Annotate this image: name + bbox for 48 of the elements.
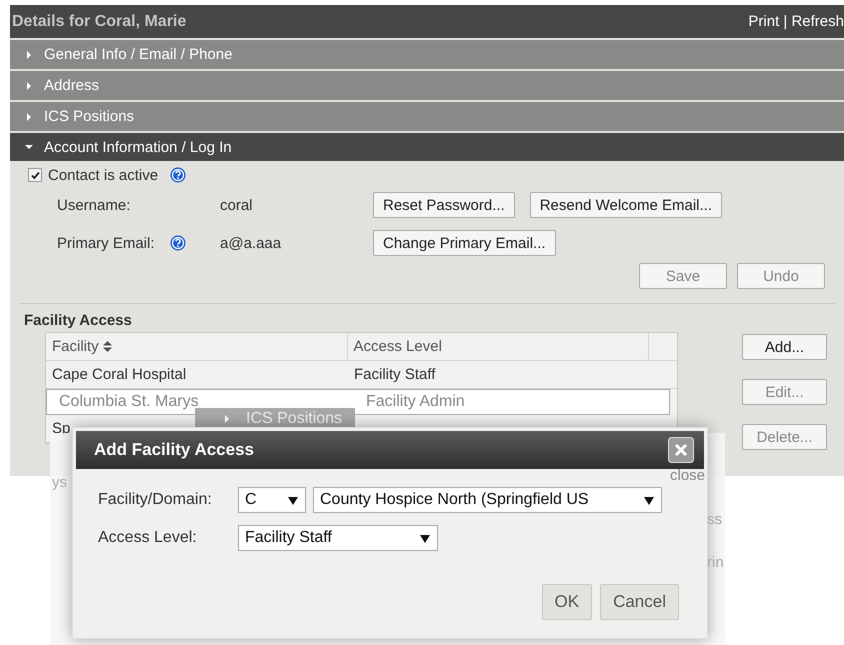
caret-right-icon	[24, 112, 34, 122]
dropdown-arrow-icon	[644, 496, 654, 504]
faded-text: ss	[707, 511, 722, 528]
faded-text: close	[670, 467, 706, 484]
dropdown[interactable]: County Hospice North (Springfield US	[313, 487, 662, 513]
button[interactable]: Add...	[742, 334, 827, 360]
section-header[interactable]: ICS Positions	[10, 102, 844, 131]
checkbox-label: Contact is active	[48, 166, 158, 184]
section-header[interactable]: Account Information / Log In	[10, 133, 844, 161]
section-header[interactable]: Address	[10, 71, 844, 100]
section-title: Facility Access	[24, 312, 133, 329]
column-header[interactable]: Access Level	[348, 333, 650, 360]
dropdown[interactable]: C	[238, 487, 306, 513]
caret-down-icon	[24, 142, 34, 152]
checkbox[interactable]	[28, 168, 42, 182]
field-label: Access Level:	[98, 529, 198, 547]
close-icon	[668, 437, 694, 463]
help-icon	[170, 167, 186, 183]
section-header[interactable]: General Info / Email / Phone	[10, 40, 844, 69]
table-cell: Columbia St. Marys	[59, 393, 199, 411]
button[interactable]: Change Primary Email...	[373, 230, 556, 256]
button[interactable]: OK	[542, 584, 592, 620]
button[interactable]: Reset Password...	[373, 192, 515, 218]
field-label: Facility/Domain:	[98, 491, 213, 509]
button[interactable]: Resend Welcome Email...	[530, 192, 722, 218]
field-value: coral	[220, 196, 254, 214]
field-label: Primary Email:	[57, 234, 155, 252]
table-cell: Sp	[52, 420, 70, 437]
faded-text: rin	[707, 554, 724, 571]
dropdown-arrow-icon	[288, 496, 298, 504]
faded-text: ys	[52, 474, 67, 491]
table-cell: Cape Coral Hospital	[52, 366, 186, 383]
button[interactable]: Cancel	[600, 584, 679, 620]
caret-right-icon	[24, 80, 34, 90]
caret-right-icon	[24, 50, 34, 60]
dropdown[interactable]: Facility Staff	[238, 525, 438, 551]
panel-title: Details for Coral, Marie	[12, 12, 186, 30]
field-value: a@a.aaa	[220, 234, 282, 252]
dropdown-arrow-icon	[420, 534, 430, 542]
table-cell: Facility Admin	[366, 393, 465, 411]
sort-icon	[102, 341, 112, 352]
dialog-title: Add Facility Access	[94, 440, 254, 460]
help-icon	[170, 235, 186, 251]
caret-right-icon	[223, 414, 231, 424]
table-cell: Facility Staff	[354, 366, 436, 383]
print-refresh-links[interactable]: Print | Refresh	[748, 13, 844, 30]
field-label: Username:	[57, 196, 130, 214]
column-header[interactable]: Facility	[46, 333, 348, 360]
